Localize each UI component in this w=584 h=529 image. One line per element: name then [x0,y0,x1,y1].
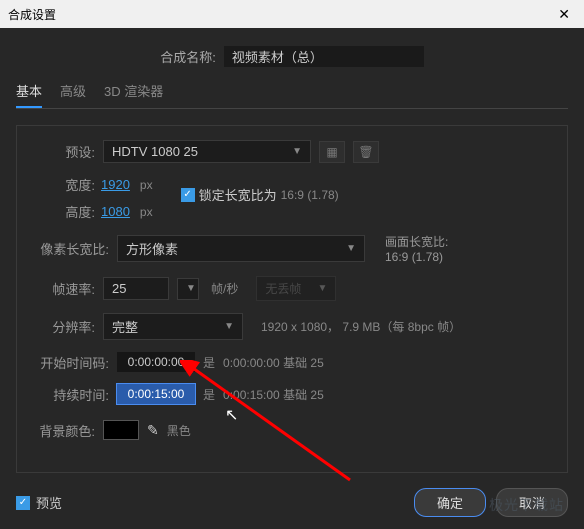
height-unit: px [140,205,153,219]
trash-icon[interactable]: 🗑 [353,141,379,163]
frame-aspect-label: 画面长宽比: [385,233,448,250]
preset-value: HDTV 1080 25 [112,144,198,159]
par-value: 方形像素 [126,239,178,258]
chevron-down-icon: ▼ [317,283,327,294]
tab-renderer[interactable]: 3D 渲染器 [104,81,163,108]
tabs: 基本 高级 3D 渲染器 [16,81,568,109]
duration-input[interactable] [117,384,195,404]
window-title: 合成设置 [8,6,56,23]
comp-name-label: 合成名称: [160,47,216,66]
fps-select[interactable]: 25 [103,277,169,300]
fps-chevron[interactable]: ▼ [177,278,199,300]
tab-advanced[interactable]: 高级 [60,81,86,108]
bgcolor-swatch[interactable] [103,420,139,440]
ok-button[interactable]: 确定 [414,488,486,517]
dropframe-select: 无丢帧 ▼ [256,276,336,301]
width-value[interactable]: 1920 [101,177,130,192]
chevron-down-icon: ▼ [224,321,234,332]
duration-detail: 0:00:15:00 基础 25 [223,386,324,403]
fps-value: 25 [112,281,126,296]
start-tc-label: 开始时间码: [33,353,109,372]
preview-label: 预览 [36,493,62,512]
eyedropper-icon[interactable]: ✎ [147,422,159,439]
fps-unit: 帧/秒 [211,280,238,297]
start-tc-input[interactable] [117,352,195,372]
lock-aspect-label: 锁定长宽比为 [199,185,277,204]
start-detail: 0:00:00:00 基础 25 [223,354,324,371]
comp-name-input[interactable] [224,46,424,67]
resolution-label: 分辨率: [33,317,95,336]
chevron-down-icon: ▼ [292,146,302,157]
width-label: 宽度: [33,175,95,194]
resolution-select[interactable]: 完整 ▼ [103,313,243,340]
preview-checkbox[interactable]: ✓ [16,496,30,510]
frame-aspect-value: 16:9 (1.78) [385,250,448,264]
tab-basic[interactable]: 基本 [16,81,42,108]
save-preset-icon[interactable]: ▦ [319,141,345,163]
start-is: 是 [203,354,215,371]
duration-label: 持续时间: [33,385,109,404]
fps-label: 帧速率: [33,279,95,298]
cancel-button[interactable]: 取消 [496,488,568,517]
bgcolor-name: 黑色 [167,422,191,439]
resolution-detail: 1920 x 1080， 7.9 MB（每 8bpc 帧） [261,318,461,335]
close-icon[interactable]: ✕ [552,6,576,23]
preset-select[interactable]: HDTV 1080 25 ▼ [103,140,311,163]
height-value[interactable]: 1080 [101,204,130,219]
resolution-value: 完整 [112,317,138,336]
titlebar: 合成设置 ✕ [0,0,584,28]
basic-panel: 预设: HDTV 1080 25 ▼ ▦ 🗑 宽度: 1920 px 高度: [16,125,568,473]
duration-is: 是 [203,386,215,403]
chevron-down-icon: ▼ [186,283,196,294]
chevron-down-icon: ▼ [346,243,356,254]
dropframe-value: 无丢帧 [265,280,301,297]
par-label: 像素长宽比: [33,239,109,258]
preset-label: 预设: [33,142,95,161]
bgcolor-label: 背景颜色: [33,421,95,440]
width-unit: px [140,178,153,192]
lock-aspect-ratio: 16:9 (1.78) [281,188,339,202]
height-label: 高度: [33,202,95,221]
par-select[interactable]: 方形像素 ▼ [117,235,365,262]
lock-aspect-checkbox[interactable]: ✓ [181,188,195,202]
